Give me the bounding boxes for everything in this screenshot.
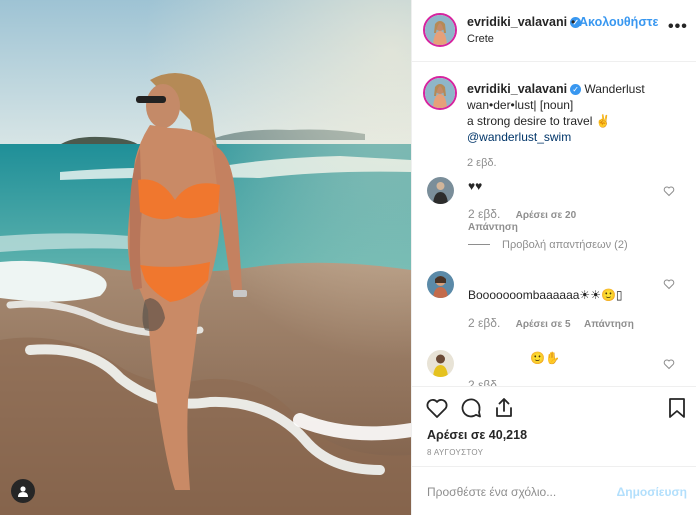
beach-photo-illustration bbox=[0, 0, 411, 515]
post-header: evridiki_valavani ✓ • Ακολουθήστε Crete •… bbox=[412, 0, 696, 62]
share-icon[interactable] bbox=[492, 396, 516, 420]
author-avatar[interactable] bbox=[423, 13, 457, 47]
comment-time[interactable]: 2 εβδ. bbox=[468, 207, 500, 221]
instagram-post-view: evridiki_valavani ✓ • Ακολουθήστε Crete •… bbox=[0, 0, 696, 515]
reply-button[interactable]: Απάντηση bbox=[584, 319, 634, 330]
post-side-panel: evridiki_valavani ✓ • Ακολουθήστε Crete •… bbox=[411, 0, 696, 515]
replies-divider bbox=[468, 244, 490, 245]
comment-text: Booooooombaaaaaa☀☀🙂▯ bbox=[468, 288, 623, 302]
comment-like-icon[interactable] bbox=[663, 185, 675, 197]
post-date[interactable]: 8 ΑΥΓΟΥΣΤΟΥ bbox=[427, 448, 483, 457]
caption-avatar[interactable] bbox=[423, 76, 457, 110]
caption-mention[interactable]: @wanderlust_swim bbox=[467, 129, 687, 145]
caption-line-2: wan•der•lust| [noun] bbox=[467, 98, 574, 112]
caption-line-3: a strong desire to travel ✌ bbox=[467, 114, 611, 128]
comment-meta: 2 εβδ. Αρέσει σε 5 Απάντηση bbox=[468, 316, 634, 330]
comment-text: 🙂✋ bbox=[530, 351, 560, 365]
comment-meta: 2 εβδ. Αρέσει σε 20 bbox=[468, 207, 576, 221]
like-count[interactable]: Αρέσει σε 40,218 bbox=[427, 428, 527, 442]
comment-like-icon[interactable] bbox=[663, 358, 675, 370]
comment-like-icon[interactable] bbox=[663, 278, 675, 290]
reply-button[interactable]: Απάντηση bbox=[468, 222, 518, 233]
author-username-text[interactable]: evridiki_valavani bbox=[467, 15, 567, 29]
comment-avatar[interactable] bbox=[427, 350, 454, 377]
post-caption: evridiki_valavani ✓ Wanderlust wan•der•lu… bbox=[467, 81, 687, 171]
follow-button[interactable]: Ακολουθήστε bbox=[579, 15, 658, 29]
follow-separator: • bbox=[571, 15, 576, 29]
more-icon[interactable]: ••• bbox=[668, 18, 688, 36]
author-username[interactable]: evridiki_valavani ✓ bbox=[467, 15, 582, 29]
comment-likes[interactable]: Αρέσει σε 20 bbox=[516, 210, 577, 221]
view-replies-button[interactable]: Προβολή απαντήσεων (2) bbox=[468, 239, 628, 251]
comments-list[interactable]: evridiki_valavani ✓ Wanderlust wan•der•lu… bbox=[412, 62, 696, 386]
post-photo[interactable] bbox=[0, 0, 411, 515]
comment-time[interactable]: 2 εβδ. bbox=[468, 378, 500, 386]
post-comment-button[interactable]: Δημοσίευση bbox=[617, 485, 687, 499]
comment-input[interactable]: Προσθέστε ένα σχόλιο... bbox=[427, 485, 556, 499]
comment-time[interactable]: 2 εβδ. bbox=[468, 316, 500, 330]
add-comment-bar: Προσθέστε ένα σχόλιο... Δημοσίευση bbox=[412, 466, 696, 515]
comment-avatar[interactable] bbox=[427, 177, 454, 204]
post-actions: Αρέσει σε 40,218 8 ΑΥΓΟΥΣΤΟΥ bbox=[412, 386, 696, 466]
heart-icon[interactable] bbox=[425, 396, 449, 420]
comment-text: ♥♥ bbox=[468, 179, 483, 193]
caption-time[interactable]: 2 εβδ. bbox=[467, 155, 687, 171]
view-replies-label[interactable]: Προβολή απαντήσεων (2) bbox=[502, 239, 628, 251]
verified-icon: ✓ bbox=[570, 84, 582, 95]
comment-icon[interactable] bbox=[459, 396, 483, 420]
bookmark-icon[interactable] bbox=[665, 396, 689, 420]
caption-username[interactable]: evridiki_valavani bbox=[467, 82, 567, 96]
post-location[interactable]: Crete bbox=[467, 33, 494, 45]
user-tag-icon[interactable] bbox=[11, 479, 35, 503]
comment-avatar[interactable] bbox=[427, 271, 454, 298]
caption-line-1: Wanderlust bbox=[584, 82, 645, 96]
comment-likes[interactable]: Αρέσει σε 5 bbox=[516, 319, 571, 330]
